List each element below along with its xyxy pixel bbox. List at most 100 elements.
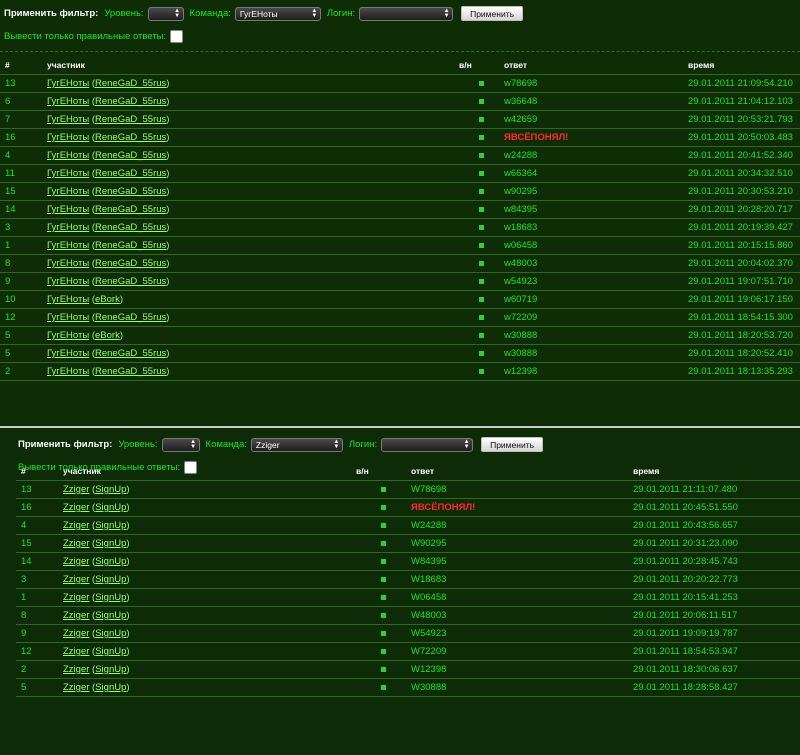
level-num: 5 bbox=[16, 678, 63, 697]
answer-cell: w84395 bbox=[504, 200, 688, 219]
login-link[interactable]: ReneGaD_55rus bbox=[95, 258, 166, 269]
level-select[interactable]: ▲ ▼ bbox=[147, 6, 184, 21]
login-link[interactable]: SignUp bbox=[95, 628, 126, 639]
level-num: 9 bbox=[0, 272, 47, 291]
green-square-icon bbox=[381, 595, 386, 600]
login-link[interactable]: ReneGaD_55rus bbox=[95, 312, 166, 323]
team-link[interactable]: ГугЕНоты bbox=[47, 222, 89, 233]
table-row: 15 ГугЕНоты (ReneGaD_55rus) w90295 29.01.20… bbox=[0, 182, 800, 201]
login-link[interactable]: SignUp bbox=[95, 520, 126, 531]
team-link[interactable]: Zziger bbox=[63, 664, 89, 675]
level-select[interactable]: ▲ ▼ bbox=[161, 437, 200, 452]
login-link[interactable]: ReneGaD_55rus bbox=[95, 168, 166, 179]
login-link[interactable]: eBork bbox=[95, 330, 120, 341]
correct-cell bbox=[459, 344, 504, 363]
login-link[interactable]: eBork bbox=[95, 294, 120, 305]
only-correct-checkbox[interactable] bbox=[170, 30, 184, 43]
apply-filter-button[interactable]: Применить bbox=[481, 437, 544, 452]
login-link[interactable]: ReneGaD_55rus bbox=[95, 114, 166, 125]
table-header-row: # участник в/н ответ время bbox=[0, 56, 800, 75]
answer-cell: w36648 bbox=[504, 92, 688, 111]
team-link[interactable]: ГугЕНоты bbox=[47, 114, 89, 125]
team-link[interactable]: ГугЕНоты bbox=[47, 78, 89, 89]
green-square-icon bbox=[479, 207, 484, 212]
answer-cell: w42659 bbox=[504, 110, 688, 129]
table-row: 4 Zziger (SignUp) W24288 29.01.2011 20:43:5… bbox=[16, 516, 800, 535]
team-link[interactable]: ГугЕНоты bbox=[47, 150, 89, 161]
level-num: 9 bbox=[16, 624, 63, 643]
team-link[interactable]: Zziger bbox=[63, 502, 89, 513]
answer-cell: W54923 bbox=[411, 624, 633, 643]
team-link[interactable]: ГугЕНоты bbox=[47, 204, 89, 215]
level-num: 16 bbox=[16, 498, 63, 517]
apply-filter-button[interactable]: Применить bbox=[461, 6, 524, 21]
login-link[interactable]: SignUp bbox=[95, 574, 126, 585]
login-link[interactable]: ReneGaD_55rus bbox=[95, 150, 166, 161]
login-link[interactable]: SignUp bbox=[95, 484, 126, 495]
team-link[interactable]: ГугЕНоты bbox=[47, 96, 89, 107]
team-link[interactable]: ГугЕНоты bbox=[47, 330, 89, 341]
answer-text: W72209 bbox=[411, 646, 447, 657]
login-link[interactable]: ReneGaD_55rus bbox=[95, 204, 166, 215]
login-link[interactable]: SignUp bbox=[95, 556, 126, 567]
table-row: 10 ГугЕНоты (eBork) w60719 29.01.2011 19:06… bbox=[0, 290, 800, 309]
login-link[interactable]: ReneGaD_55rus bbox=[95, 96, 166, 107]
table-row: 12 ГугЕНоты (ReneGaD_55rus) w72209 29.01.20… bbox=[0, 308, 800, 327]
login-link[interactable]: SignUp bbox=[95, 610, 126, 621]
team-link[interactable]: ГугЕНоты bbox=[47, 258, 89, 269]
team-link[interactable]: Zziger bbox=[63, 556, 89, 567]
team-select[interactable]: Zziger ▲ ▼ bbox=[250, 437, 343, 452]
team-link[interactable]: Zziger bbox=[63, 574, 89, 585]
login-link[interactable]: SignUp bbox=[95, 502, 126, 513]
answer-text: w36648 bbox=[504, 96, 538, 107]
team-link[interactable]: Zziger bbox=[63, 610, 89, 621]
team-link[interactable]: ГугЕНоты bbox=[47, 240, 89, 251]
team-link[interactable]: Zziger bbox=[63, 538, 89, 549]
login-link[interactable]: ReneGaD_55rus bbox=[95, 78, 166, 89]
login-link[interactable]: ReneGaD_55rus bbox=[95, 222, 166, 233]
login-link[interactable]: SignUp bbox=[95, 664, 126, 675]
login-link[interactable]: SignUp bbox=[95, 592, 126, 603]
updown-arrows-icon: ▲ ▼ bbox=[311, 7, 318, 19]
team-link[interactable]: ГугЕНоты bbox=[47, 312, 89, 323]
bracket-close: ) bbox=[166, 240, 170, 251]
login-link[interactable]: ReneGaD_55rus bbox=[95, 186, 166, 197]
answer-text: W84395 bbox=[411, 556, 447, 567]
participant-cell: Zziger (SignUp) bbox=[63, 570, 356, 589]
correct-cell bbox=[459, 128, 504, 147]
bracket-close: ) bbox=[126, 502, 130, 513]
col-header-answer: ответ bbox=[411, 466, 435, 476]
login-link[interactable]: ReneGaD_55rus bbox=[95, 366, 166, 377]
answer-text: w78698 bbox=[504, 78, 538, 89]
team-link[interactable]: ГугЕНоты bbox=[47, 132, 89, 143]
login-select[interactable]: ▲ ▼ bbox=[381, 437, 474, 452]
answer-text: w48003 bbox=[504, 258, 538, 269]
login-link[interactable]: SignUp bbox=[95, 538, 126, 549]
time-cell: 29.01.2011 20:53:21.793 bbox=[688, 110, 800, 129]
team-link[interactable]: Zziger bbox=[63, 520, 89, 531]
answer-text: W24288 bbox=[411, 520, 447, 531]
team-link[interactable]: ГугЕНоты bbox=[47, 366, 89, 377]
login-link[interactable]: ReneGaD_55rus bbox=[95, 276, 166, 287]
login-link[interactable]: SignUp bbox=[95, 682, 126, 693]
team-select[interactable]: ГугЕНоты ▲ ▼ bbox=[234, 6, 321, 21]
updown-arrows-icon: ▲ ▼ bbox=[174, 7, 181, 19]
table-row: 16 Zziger (SignUp) ЯВСЁПОНЯЛ! 29.01.2011 20… bbox=[16, 498, 800, 517]
team-link[interactable]: ГугЕНоты bbox=[47, 348, 89, 359]
col-header-answer: ответ bbox=[504, 60, 528, 70]
team-link[interactable]: ГугЕНоты bbox=[47, 294, 89, 305]
login-link[interactable]: ReneGaD_55rus bbox=[95, 348, 166, 359]
team-link[interactable]: Zziger bbox=[63, 682, 89, 693]
login-link[interactable]: ReneGaD_55rus bbox=[95, 240, 166, 251]
team-link[interactable]: Zziger bbox=[63, 592, 89, 603]
team-link[interactable]: ГугЕНоты bbox=[47, 186, 89, 197]
team-link[interactable]: Zziger bbox=[63, 484, 89, 495]
team-link[interactable]: Zziger bbox=[63, 646, 89, 657]
team-link[interactable]: Zziger bbox=[63, 628, 89, 639]
green-square-icon bbox=[381, 631, 386, 636]
login-link[interactable]: SignUp bbox=[95, 646, 126, 657]
login-select[interactable]: ▲ ▼ bbox=[359, 6, 454, 21]
team-link[interactable]: ГугЕНоты bbox=[47, 168, 89, 179]
login-link[interactable]: ReneGaD_55rus bbox=[95, 132, 166, 143]
team-link[interactable]: ГугЕНоты bbox=[47, 276, 89, 287]
